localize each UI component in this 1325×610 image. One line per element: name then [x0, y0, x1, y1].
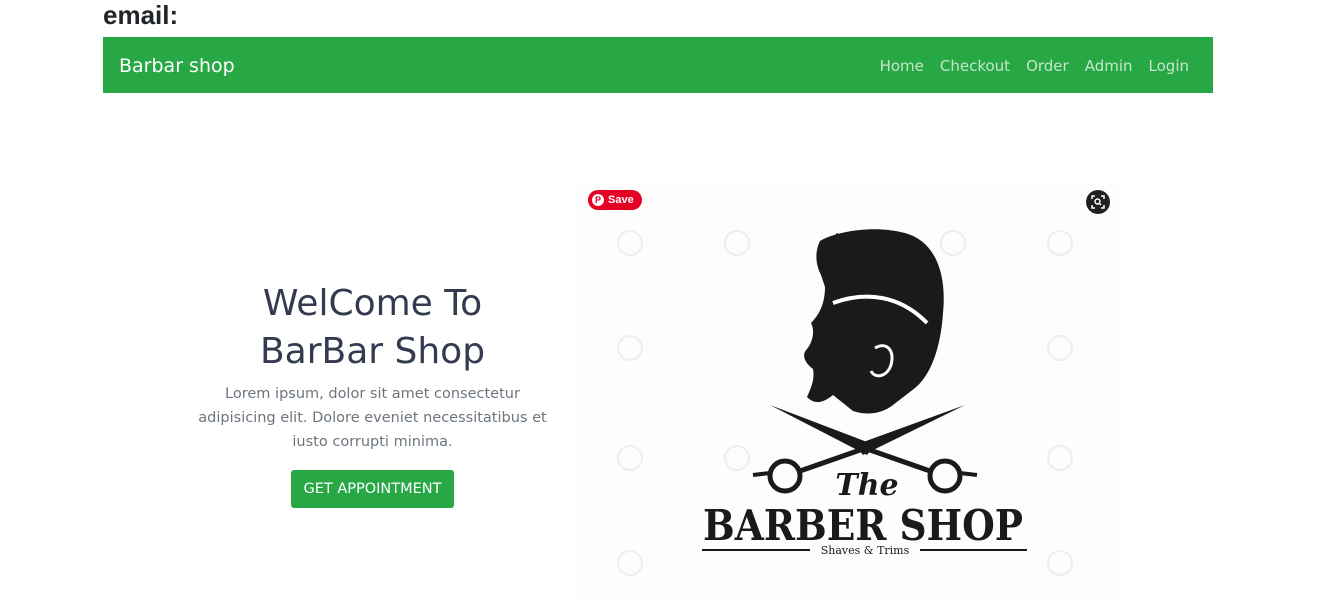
hero-paragraph-line2: adipisicing elit. Dolore eveniet necessi…: [198, 410, 547, 426]
hero-title-line2: BarBar Shop: [259, 331, 486, 372]
nav-link-home[interactable]: Home: [880, 56, 924, 76]
hero-title: WelCome To BarBar Shop: [195, 280, 550, 376]
navbar: Barbar shop Home Checkout Order Admin Lo…: [103, 37, 1213, 93]
visual-search-icon: [1091, 195, 1105, 209]
navbar-brand[interactable]: Barbar shop: [119, 54, 235, 78]
save-label: Save: [608, 194, 634, 206]
nav-links: Home Checkout Order Admin Login: [880, 56, 1189, 76]
visual-search-button[interactable]: [1086, 190, 1110, 214]
pinterest-save-button[interactable]: P Save: [588, 190, 642, 210]
hero-paragraph: Lorem ipsum, dolor sit amet consectetur …: [195, 382, 550, 454]
hero-paragraph-line1: Lorem ipsum, dolor sit amet consectetur: [225, 386, 520, 402]
hero-paragraph-line3: iusto corrupti minima.: [292, 434, 453, 450]
pinterest-icon: P: [592, 194, 604, 206]
barber-shop-logo-image: The BARBER SHOP Shaves & Trims: [575, 183, 1120, 603]
page: email: Barbar shop Home Checkout Order A…: [0, 0, 1325, 610]
logo-barber-shop-text: BARBER SHOP: [703, 501, 1023, 550]
nav-link-checkout[interactable]: Checkout: [940, 56, 1010, 76]
barber-logo-graphic: The BARBER SHOP Shaves & Trims: [617, 229, 1073, 576]
email-heading: email:: [103, 0, 179, 30]
logo-the-text: The: [835, 468, 898, 503]
get-appointment-button[interactable]: GET APPOINTMENT: [291, 470, 454, 508]
nav-link-order[interactable]: Order: [1026, 56, 1069, 76]
nav-link-admin[interactable]: Admin: [1085, 56, 1133, 76]
nav-link-login[interactable]: Login: [1149, 56, 1189, 76]
logo-tagline-text: Shaves & Trims: [821, 544, 910, 557]
hero-section: WelCome To BarBar Shop Lorem ipsum, dolo…: [195, 280, 550, 508]
hero-title-line1: WelCome To: [262, 283, 483, 324]
